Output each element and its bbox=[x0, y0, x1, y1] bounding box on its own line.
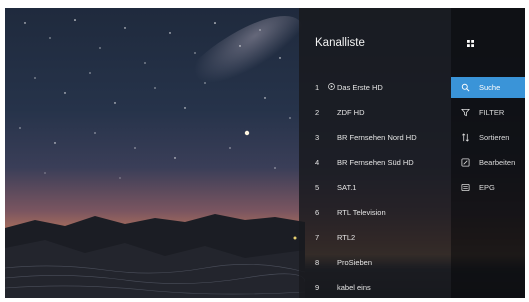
channel-row[interactable]: 8 ProSieben bbox=[299, 251, 451, 276]
channel-row[interactable]: 1 Das Erste HD bbox=[299, 76, 451, 101]
menu-item-label: Sortieren bbox=[479, 133, 510, 142]
tv-screen: Kanalliste 1 Das Erste HD 2 ZDF HD 3 BR … bbox=[5, 8, 525, 298]
channel-number: 3 bbox=[315, 133, 320, 142]
landscape-background bbox=[5, 214, 305, 298]
channel-row[interactable]: 3 BR Fernsehen Nord HD bbox=[299, 126, 451, 151]
channel-number: 4 bbox=[315, 158, 320, 167]
channel-row[interactable]: 4 BR Fernsehen Süd HD bbox=[299, 151, 451, 176]
menu-item-label: Bearbeiten bbox=[479, 158, 516, 167]
menu-item-sort[interactable]: Sortieren bbox=[451, 127, 525, 148]
options-menu: Suche FILTER Sortieren Bearbeiten EPG bbox=[451, 77, 525, 202]
channel-number: 5 bbox=[315, 183, 320, 192]
channel-row[interactable]: 2 ZDF HD bbox=[299, 101, 451, 126]
channel-name: kabel eins bbox=[337, 283, 371, 292]
channel-name: RTL Television bbox=[337, 208, 386, 217]
menu-item-label: FILTER bbox=[479, 108, 505, 117]
options-menu-panel: Suche FILTER Sortieren Bearbeiten EPG bbox=[451, 8, 525, 298]
channel-number: 7 bbox=[315, 233, 320, 242]
channel-number: 6 bbox=[315, 208, 320, 217]
epg-icon bbox=[461, 183, 470, 192]
night-sky-background bbox=[19, 15, 303, 179]
channel-number: 8 bbox=[315, 258, 320, 267]
channel-name: BR Fernsehen Nord HD bbox=[337, 133, 417, 142]
menu-item-label: Suche bbox=[479, 83, 501, 92]
channel-list-title: Kanalliste bbox=[315, 37, 365, 49]
grid-icon[interactable] bbox=[467, 40, 474, 47]
menu-item-label: EPG bbox=[479, 183, 495, 192]
channel-name: SAT.1 bbox=[337, 183, 357, 192]
filter-icon bbox=[461, 108, 470, 117]
menu-item-search[interactable]: Suche bbox=[451, 77, 525, 98]
channel-name: ZDF HD bbox=[337, 108, 365, 117]
menu-item-epg[interactable]: EPG bbox=[451, 177, 525, 198]
search-icon bbox=[461, 83, 470, 92]
sort-icon bbox=[462, 133, 469, 142]
channel-row[interactable]: 9 kabel eins bbox=[299, 276, 451, 298]
menu-item-filter[interactable]: FILTER bbox=[451, 102, 525, 123]
channel-row[interactable]: 5 SAT.1 bbox=[299, 176, 451, 201]
channel-row[interactable]: 7 RTL2 bbox=[299, 226, 451, 251]
edit-icon bbox=[461, 158, 470, 167]
channel-row[interactable]: 6 RTL Television bbox=[299, 201, 451, 226]
channel-name: RTL2 bbox=[337, 233, 356, 242]
channel-list-panel: Kanalliste 1 Das Erste HD 2 ZDF HD 3 BR … bbox=[299, 8, 451, 298]
channel-list: 1 Das Erste HD 2 ZDF HD 3 BR Fernsehen N… bbox=[299, 76, 451, 298]
menu-item-edit[interactable]: Bearbeiten bbox=[451, 152, 525, 173]
channel-number: 2 bbox=[315, 108, 320, 117]
now-playing-icon bbox=[328, 83, 335, 90]
channel-name: BR Fernsehen Süd HD bbox=[337, 158, 414, 167]
channel-name: ProSieben bbox=[337, 258, 373, 267]
channel-number: 1 bbox=[315, 83, 320, 92]
channel-name: Das Erste HD bbox=[337, 83, 383, 92]
channel-number: 9 bbox=[315, 283, 320, 292]
